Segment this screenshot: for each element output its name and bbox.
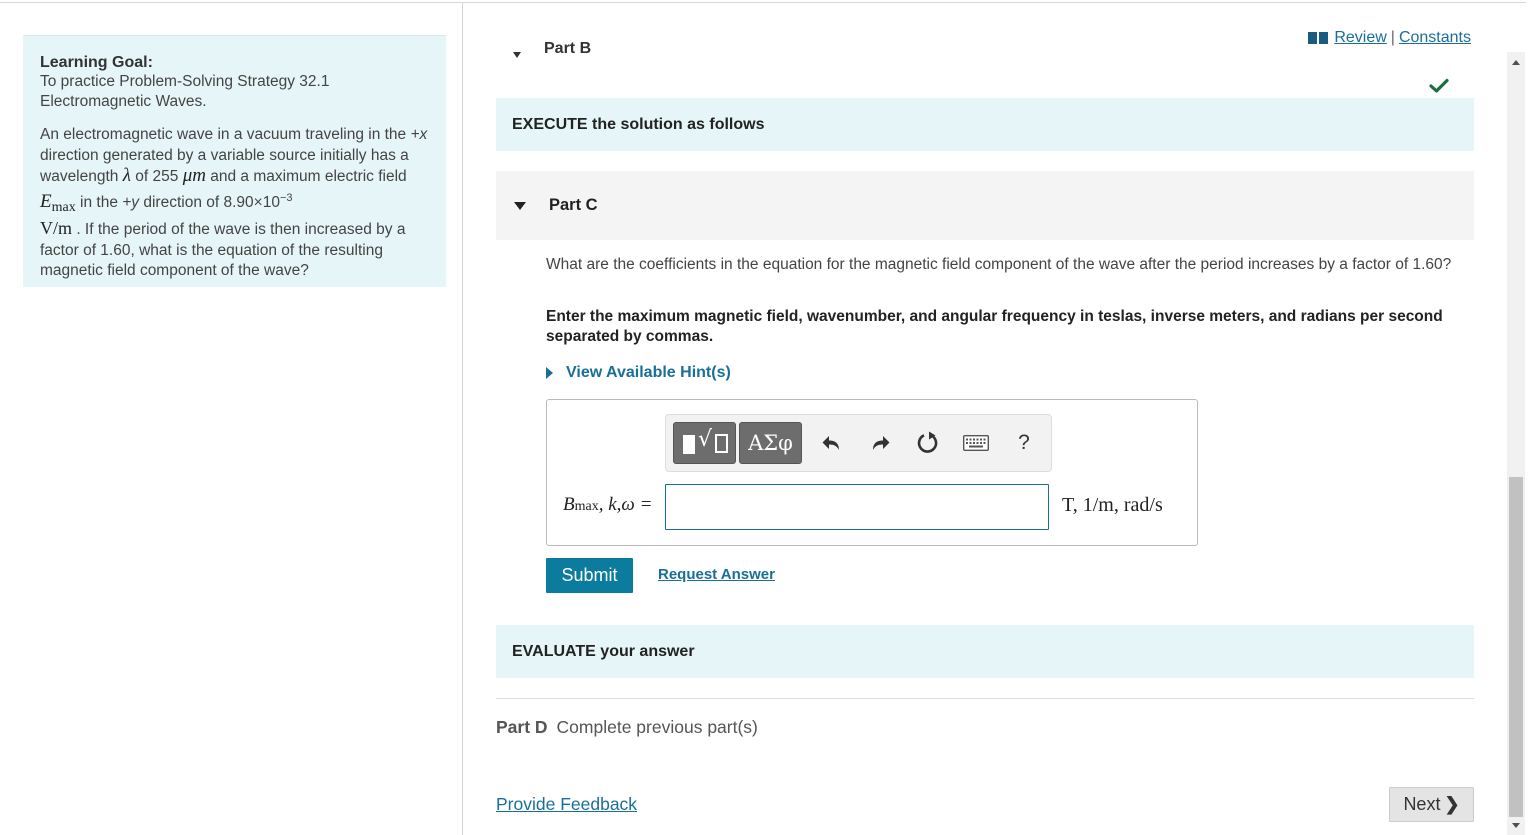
part-d-label: Part D — [496, 717, 548, 737]
redo-button[interactable] — [866, 429, 894, 457]
part-c-instruction: Enter the maximum magnetic field, wavenu… — [546, 308, 1443, 345]
next-label: Next — [1403, 794, 1441, 814]
math-toolbar: √ ΑΣφ ? — [665, 414, 1052, 472]
scrollbar-thumb[interactable] — [1509, 477, 1523, 817]
problem-text: in the — [75, 193, 123, 211]
execute-band: EXECUTE the solution as follows — [496, 98, 1474, 151]
problem-text: +x — [410, 126, 428, 143]
problem-statement: An electromagnetic wave in a vacuum trav… — [40, 125, 430, 282]
request-answer-link[interactable]: Request Answer — [658, 566, 775, 583]
reset-button[interactable] — [914, 429, 942, 457]
micrometer-unit: μm — [182, 165, 206, 186]
undo-button[interactable] — [818, 429, 846, 457]
evaluate-band: EVALUATE your answer — [496, 625, 1474, 678]
reset-icon — [917, 431, 938, 453]
link-separator: | — [1390, 29, 1395, 46]
caret-down-icon — [514, 201, 526, 210]
chevron-right-icon: ❯ — [1444, 794, 1460, 814]
keyboard-icon — [963, 435, 989, 451]
template-box-icon — [715, 434, 728, 453]
problem-text: and a maximum electric field — [205, 168, 407, 185]
check-icon — [1429, 78, 1449, 93]
view-hints-link[interactable]: View Available Hint(s) — [546, 364, 731, 382]
vm-unit: V/m — [40, 218, 73, 238]
caret-right-icon — [546, 367, 553, 379]
keyboard-button[interactable] — [962, 429, 990, 457]
book-icon — [1308, 31, 1329, 45]
greek-symbols-button[interactable]: ΑΣφ — [739, 422, 802, 464]
part-b-label: Part B — [544, 40, 592, 57]
part-c-question: What are the coefficients in the equatio… — [546, 256, 1452, 273]
bmax-letter: B — [563, 494, 575, 515]
divider — [496, 698, 1474, 699]
help-icon[interactable]: ? — [1010, 429, 1038, 457]
lambda-symbol: λ — [122, 165, 131, 186]
answer-box: √ ΑΣφ ? Bmax, k,ω = T, 1/m, rad/s — [546, 399, 1198, 546]
constants-link[interactable]: Constants — [1399, 29, 1471, 47]
problem-text: +y — [122, 193, 140, 211]
variable-label: Bmax, k,ω = — [563, 494, 652, 516]
emax-symbol: Emax — [40, 190, 76, 215]
learning-goal-subtitle: To practice Problem-Solving Strategy 32.… — [40, 73, 330, 110]
part-c-label: Part C — [549, 196, 598, 214]
header-links: Review | Constants — [1308, 29, 1471, 47]
part-d-row: Part D Complete previous part(s) — [496, 717, 758, 738]
review-link[interactable]: Review — [1334, 29, 1386, 47]
problem-text: An electromagnetic wave in a vacuum trav… — [40, 126, 411, 143]
top-border — [0, 2, 1526, 3]
undo-icon — [822, 436, 839, 450]
scroll-down-icon[interactable] — [1512, 823, 1520, 828]
emax-letter: E — [40, 190, 52, 212]
part-d-status: Complete previous part(s) — [556, 717, 758, 737]
template-icon — [683, 435, 695, 454]
pane-divider — [462, 2, 463, 835]
view-hints-label: View Available Hint(s) — [566, 364, 731, 381]
learning-goal-title: Learning Goal: — [40, 54, 153, 71]
part-b-header[interactable]: Part B — [513, 35, 713, 59]
units-label: T, 1/m, rad/s — [1062, 494, 1163, 516]
provide-feedback-link[interactable]: Provide Feedback — [496, 794, 637, 815]
learning-goal-panel: Learning Goal: To practice Problem-Solvi… — [23, 35, 446, 287]
caret-down-icon — [513, 52, 521, 58]
scrollbar[interactable] — [1507, 52, 1525, 835]
redo-icon — [873, 436, 890, 450]
problem-text: of 255 — [130, 168, 183, 185]
problem-text: . If the period of the wave is then incr… — [40, 221, 406, 279]
answer-input[interactable] — [665, 484, 1049, 530]
next-button[interactable]: Next ❯ — [1389, 787, 1474, 822]
part-c-header[interactable]: Part C — [496, 171, 1474, 240]
submit-button[interactable]: Submit — [546, 558, 633, 593]
problem-text: direction of 8.90×10 — [139, 193, 280, 211]
bmax-subscript: max — [574, 499, 599, 514]
scroll-up-icon[interactable] — [1512, 60, 1520, 65]
radical-icon: √ — [698, 427, 713, 452]
template-button[interactable]: √ — [673, 422, 736, 464]
variable-rest: , k,ω = — [598, 494, 653, 515]
emax-subscript: max — [51, 199, 76, 215]
exponent: −3 — [279, 191, 293, 204]
